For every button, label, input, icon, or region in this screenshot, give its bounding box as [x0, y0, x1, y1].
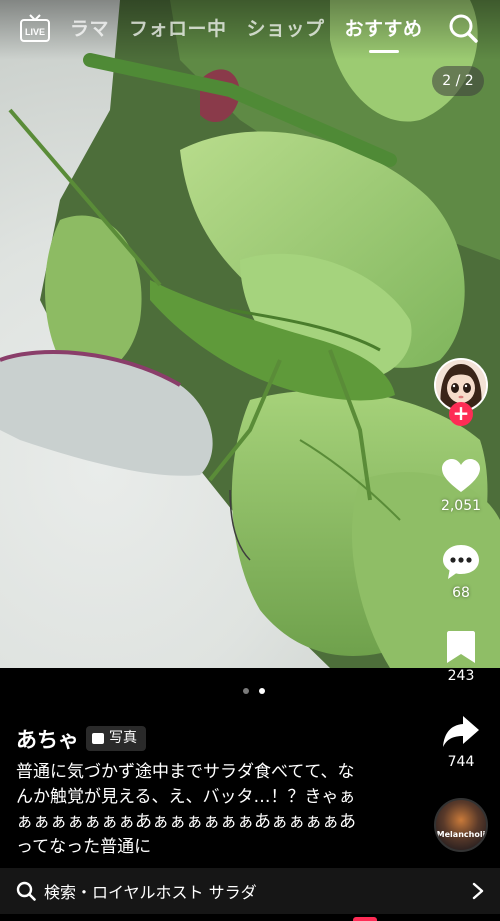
- music-disc[interactable]: Melancholi: [434, 798, 488, 852]
- live-label: LIVE: [25, 27, 45, 37]
- tab-for-you[interactable]: おすすめ: [345, 14, 423, 53]
- carousel-dot: [243, 688, 249, 694]
- share-count: 744: [447, 754, 475, 770]
- bottom-tab-bar-edge: [0, 914, 500, 921]
- tab-partial[interactable]: ラマ: [70, 14, 109, 44]
- post-photo[interactable]: [0, 0, 500, 668]
- create-button-edge[interactable]: [353, 917, 377, 921]
- search-icon: [16, 881, 36, 901]
- photo-page-counter: 2 / 2: [432, 66, 484, 96]
- carousel-indicator: [238, 688, 270, 694]
- follow-plus-button[interactable]: +: [449, 402, 473, 426]
- bookmark-icon: [447, 631, 475, 663]
- related-search-bar[interactable]: 検索・ロイヤルホスト サラダ: [0, 868, 500, 914]
- comment-count: 68: [452, 585, 470, 601]
- live-tv-icon: LIVE: [20, 14, 50, 42]
- comment-bubble-icon: [443, 545, 479, 579]
- chevron-right-icon: [472, 882, 484, 900]
- feed-tabs: ラマ フォロー中 ショップ おすすめ: [70, 14, 443, 53]
- carousel-dot-active: [259, 688, 265, 694]
- share-arrow-icon: [443, 716, 479, 747]
- photo-mode-badge: 写真: [86, 726, 146, 751]
- salad-photo-illustration: [0, 0, 500, 668]
- music-disc-label: Melancholi: [436, 830, 486, 839]
- related-search-label: 検索・ロイヤルホスト サラダ: [44, 883, 257, 902]
- save-button[interactable]: 243: [430, 630, 492, 684]
- save-count: 243: [447, 668, 475, 684]
- search-icon: [449, 14, 478, 43]
- comment-button[interactable]: 68: [430, 543, 492, 601]
- photo-badge-label: 写真: [109, 730, 137, 746]
- creator-username[interactable]: あちゃ: [16, 724, 79, 754]
- share-button[interactable]: 744: [430, 714, 492, 770]
- photo-icon: [92, 733, 104, 744]
- live-button[interactable]: LIVE: [20, 14, 50, 42]
- heart-icon: [442, 459, 480, 492]
- search-button[interactable]: [447, 12, 479, 44]
- post-caption[interactable]: 普通に気づかず途中までサラダ食べてて、なんか触覚が見える、え、バッタ…！？きゃぁ…: [16, 760, 366, 860]
- like-count: 2,051: [440, 498, 482, 514]
- tab-shop[interactable]: ショップ: [247, 14, 325, 44]
- like-button[interactable]: 2,051: [430, 458, 492, 514]
- top-navigation: LIVE ラマ フォロー中 ショップ おすすめ: [0, 0, 500, 60]
- tab-following[interactable]: フォロー中: [129, 14, 227, 44]
